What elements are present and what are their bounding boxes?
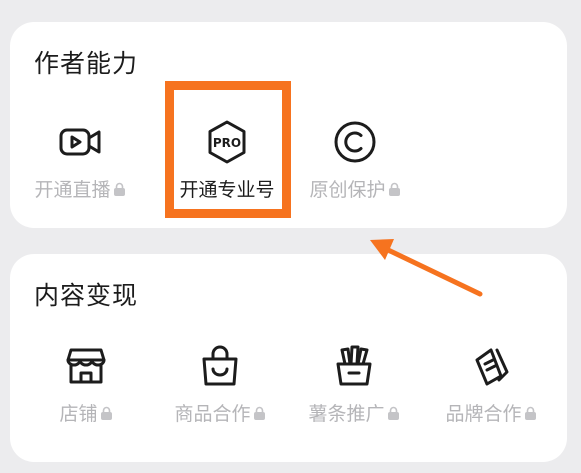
lock-icon [253,406,266,421]
content-monetization-card: 内容变现 店铺 商品合作 薯条推广 品牌合作 [10,254,567,462]
item-label: 店铺 [59,403,98,425]
brand-tag-icon [467,342,515,390]
pro-badge-icon: PRO [203,118,251,166]
fries-icon [330,342,378,390]
section-title-author-abilities: 作者能力 [34,49,139,78]
item-label: 商品合作 [174,403,251,425]
item-fries-promotion[interactable]: 薯条推广 [284,342,424,452]
copyright-icon [331,118,379,166]
item-open-pro-account[interactable]: PRO 开通专业号 [157,118,297,228]
item-label: 品牌合作 [445,403,522,425]
lock-icon [100,406,113,421]
item-open-live[interactable]: 开通直播 [10,118,150,228]
item-label: 原创保护 [309,179,386,201]
lock-icon [113,182,126,197]
storefront-icon [62,342,110,390]
item-shop[interactable]: 店铺 [16,342,156,452]
item-label: 开通专业号 [179,179,275,201]
item-product-cooperation[interactable]: 商品合作 [150,342,290,452]
lock-icon [387,406,400,421]
pro-badge-text: PRO [213,136,241,150]
item-original-protection[interactable]: 原创保护 [285,118,425,228]
item-brand-cooperation[interactable]: 品牌合作 [421,342,561,452]
shopping-bag-icon [196,342,244,390]
lock-icon [388,182,401,197]
item-label: 开通直播 [34,179,111,201]
item-label: 薯条推广 [308,403,385,425]
lock-icon [524,406,537,421]
author-abilities-card: 作者能力 开通直播 PRO 开通专业号 原创保护 [10,22,567,228]
section-title-content-monetization: 内容变现 [34,281,139,310]
video-camera-icon [56,118,104,166]
